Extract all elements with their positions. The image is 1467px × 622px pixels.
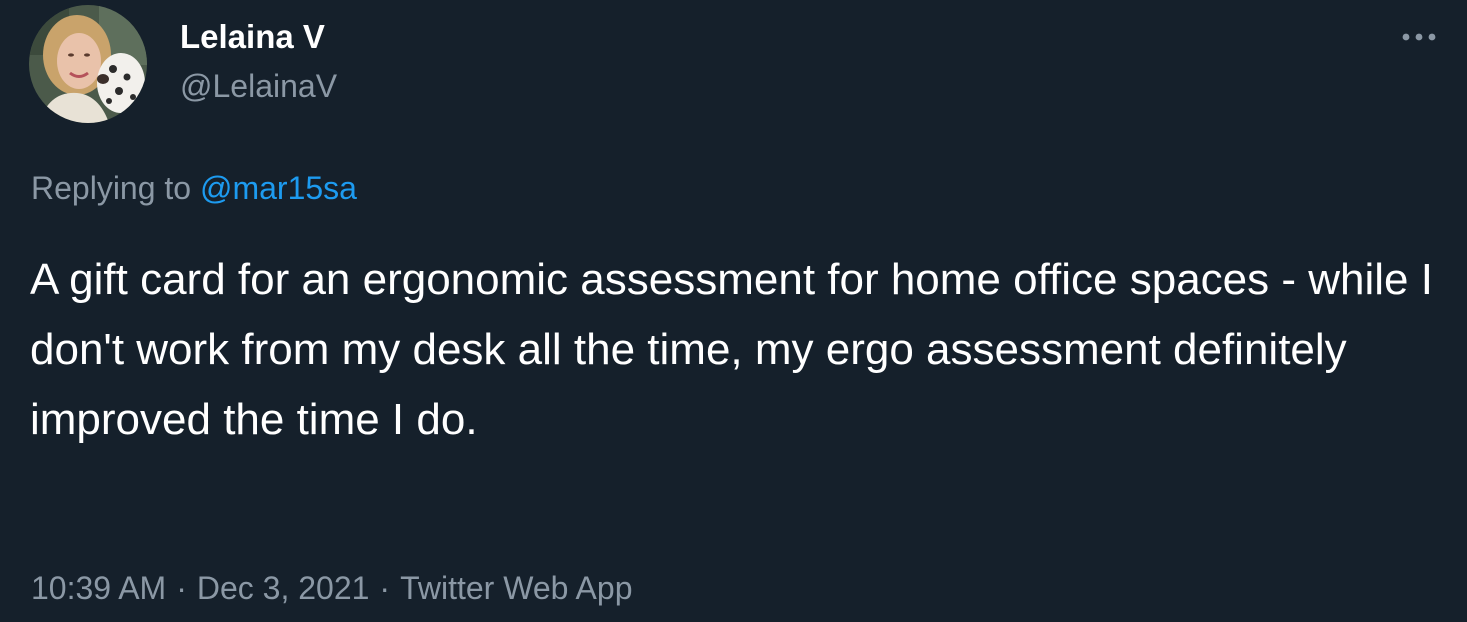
tweet: Lelaina V @LelainaV Replying to @mar15sa… <box>0 0 1467 622</box>
meta-separator: · <box>379 570 391 606</box>
more-options-icon <box>1402 33 1436 41</box>
avatar[interactable] <box>29 5 147 123</box>
tweet-time[interactable]: 10:39 AM <box>31 570 166 606</box>
meta-separator: · <box>176 570 187 606</box>
reply-mention-link[interactable]: @mar15sa <box>200 170 357 206</box>
tweet-date[interactable]: Dec 3, 2021 <box>197 570 370 606</box>
tweet-source[interactable]: Twitter Web App <box>400 570 632 606</box>
author-block: Lelaina V @LelainaV <box>180 14 337 109</box>
author-handle[interactable]: @LelainaV <box>180 63 337 109</box>
replying-to-line: Replying to @mar15sa <box>31 166 357 210</box>
author-display-name[interactable]: Lelaina V <box>180 14 337 60</box>
tweet-text: A gift card for an ergonomic assessment … <box>30 255 1433 444</box>
tweet-meta: 10:39 AM · Dec 3, 2021 · Twitter Web App <box>31 566 632 610</box>
replying-to-label: Replying to <box>31 170 200 206</box>
more-options-button[interactable] <box>1396 22 1442 52</box>
avatar-photo-icon <box>29 5 147 123</box>
